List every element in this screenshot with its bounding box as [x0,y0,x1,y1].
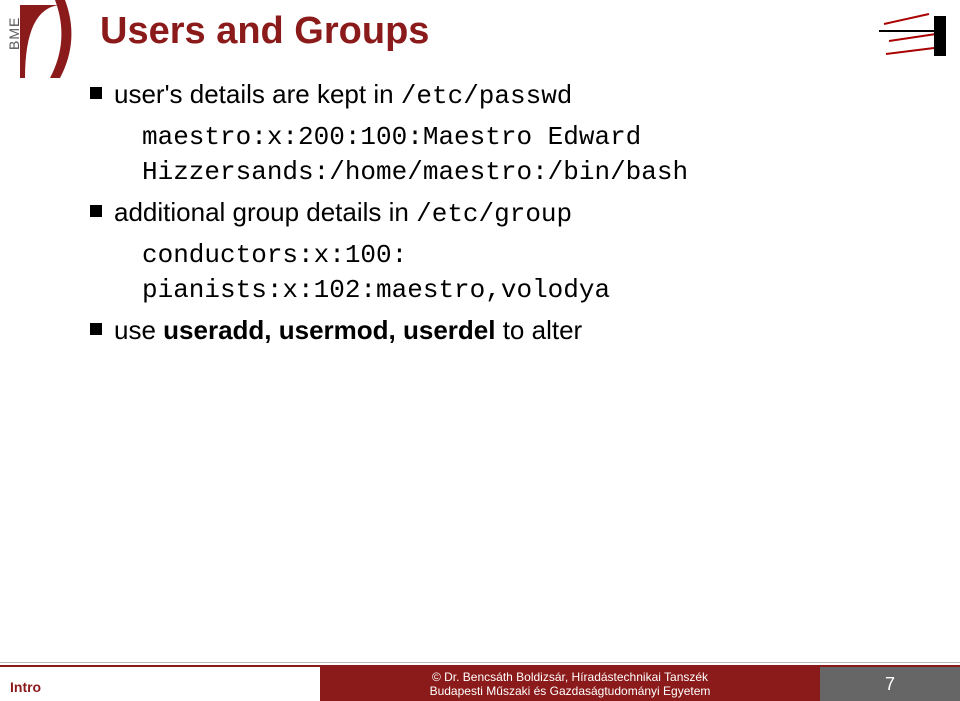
logo-curve-icon [15,0,95,80]
bullet-item: additional group details in /etc/group [90,196,890,232]
bullet-item: use useradd, usermod, userdel to alter [90,314,890,348]
bullet-text-suffix: to alter [495,315,582,345]
bullet-text-mono: /etc/group [416,199,572,229]
code-line: Hizzersands:/home/maestro:/bin/bash [142,155,890,190]
footer-divider-thin [0,662,960,663]
bullet-item: user's details are kept in /etc/passwd [90,78,890,114]
footer-attribution-line2: Budapesti Műszaki és Gazdaságtudományi E… [330,684,810,698]
bullet-text: user's details are kept in /etc/passwd [114,78,572,114]
bullet-text-prefix: use [114,315,163,345]
slide-title: Users and Groups [100,10,429,53]
square-bullet-icon [90,323,102,335]
code-line: pianists:x:102:maestro,volodya [142,273,890,308]
bullet-text-prefix: user's details are kept in [114,79,401,109]
bullet-text-mono: /etc/passwd [401,81,573,111]
footer-attribution-line1: © Dr. Bencsáth Boldizsár, Híradástechnik… [330,670,810,684]
footer-attribution: © Dr. Bencsáth Boldizsár, Híradástechnik… [320,667,820,701]
bullet-text-prefix: additional group details in [114,197,416,227]
slide-content: user's details are kept in /etc/passwd m… [90,78,890,354]
bullet-text-bold: useradd, usermod, userdel [163,315,495,345]
footer-left-label: Intro [10,679,41,695]
code-line: conductors:x:100: [142,238,890,273]
bullet-text: additional group details in /etc/group [114,196,572,232]
square-bullet-icon [90,87,102,99]
corner-logo-icon [874,6,954,76]
bme-logo: BME [0,0,100,85]
slide-footer: Intro © Dr. Bencsáth Boldizsár, Híradást… [0,663,960,701]
code-line: maestro:x:200:100:Maestro Edward [142,120,890,155]
bullet-text: use useradd, usermod, userdel to alter [114,314,582,348]
page-number: 7 [820,667,960,701]
square-bullet-icon [90,205,102,217]
